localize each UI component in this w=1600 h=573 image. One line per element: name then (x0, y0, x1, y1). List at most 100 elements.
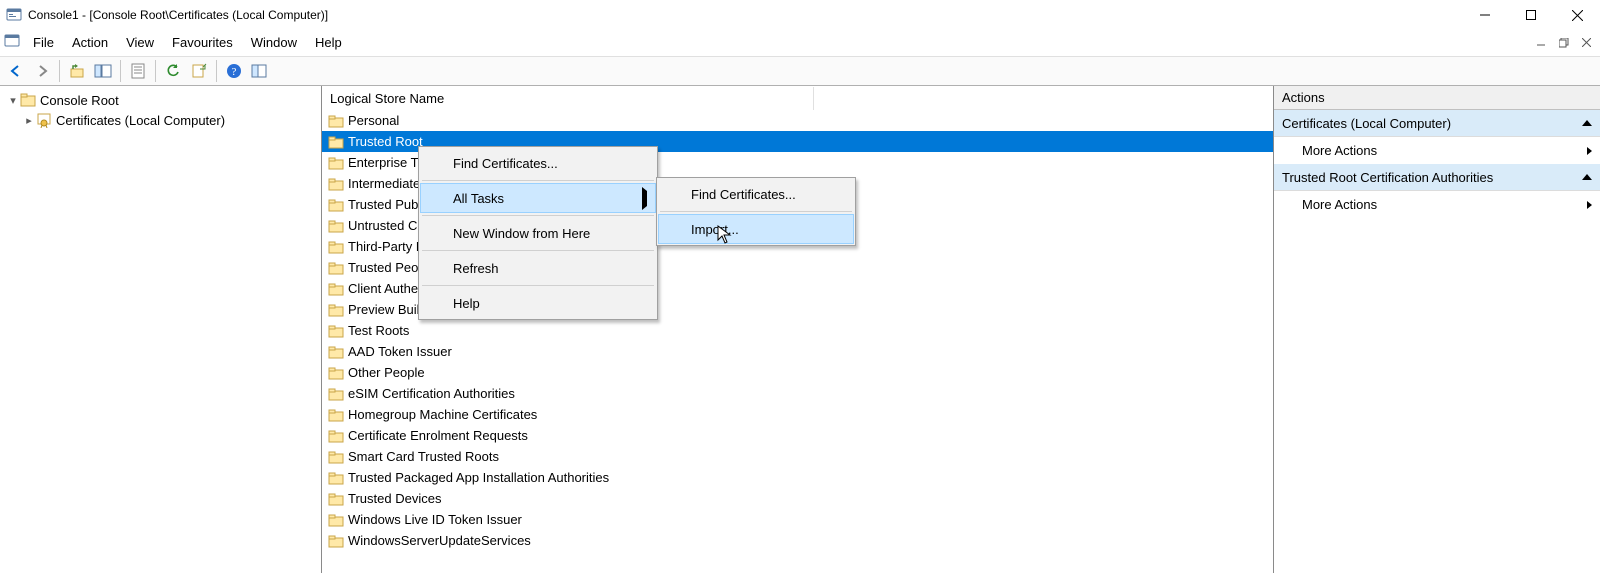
list-row[interactable]: Test Roots (322, 320, 1273, 341)
menu-favourites[interactable]: Favourites (163, 30, 242, 55)
menu-item-label: Find Certificates... (453, 156, 558, 171)
find-certificates-toolbar-button[interactable] (248, 59, 272, 83)
back-button[interactable] (4, 59, 28, 83)
folder-icon (328, 470, 344, 486)
list-row-label: Trusted Devices (348, 491, 441, 506)
menu-separator (422, 180, 654, 181)
menu-separator (422, 215, 654, 216)
menu-file[interactable]: File (24, 30, 63, 55)
maximize-button[interactable] (1508, 0, 1554, 30)
list-row[interactable]: Certificate Enrolment Requests (322, 425, 1273, 446)
list-row-label: Homegroup Machine Certificates (348, 407, 537, 422)
actions-section-trusted-root[interactable]: Trusted Root Certification Authorities (1274, 164, 1600, 191)
submenu-item-import[interactable]: Import... (659, 215, 853, 243)
list-row[interactable]: eSIM Certification Authorities (322, 383, 1273, 404)
chevron-right-icon (1587, 201, 1592, 209)
menu-item-label: Help (453, 296, 480, 311)
column-header-name[interactable]: Logical Store Name (322, 87, 814, 110)
folder-icon (328, 407, 344, 423)
submenu-item-find-certificates[interactable]: Find Certificates... (659, 180, 853, 208)
refresh-button[interactable] (161, 59, 185, 83)
list-row-label: Windows Live ID Token Issuer (348, 512, 522, 527)
list-row[interactable]: AAD Token Issuer (322, 341, 1273, 362)
menu-item-find-certificates[interactable]: Find Certificates... (421, 149, 655, 177)
folder-icon (328, 134, 344, 150)
expand-icon[interactable]: ▸ (22, 114, 36, 127)
mdi-close-button[interactable] (1578, 36, 1594, 50)
menu-window[interactable]: Window (242, 30, 306, 55)
tree-node-certificates[interactable]: ▸ Certificates (Local Computer) (4, 110, 317, 130)
list-row[interactable]: Personal (322, 110, 1273, 131)
collapse-icon[interactable]: ▾ (6, 94, 20, 107)
actions-pane-title: Actions (1274, 86, 1600, 110)
menu-item-label: Refresh (453, 261, 499, 276)
window-title: Console1 - [Console Root\Certificates (L… (28, 8, 1462, 22)
menu-help[interactable]: Help (306, 30, 351, 55)
folder-icon (328, 386, 344, 402)
submenu-arrow-icon (642, 191, 647, 206)
folder-icon (328, 281, 344, 297)
context-menu: Find Certificates... All Tasks New Windo… (418, 146, 658, 320)
menubar: File Action View Favourites Window Help (0, 30, 1600, 56)
list-row[interactable]: Trusted Packaged App Installation Author… (322, 467, 1273, 488)
menu-item-all-tasks[interactable]: All Tasks (421, 184, 655, 212)
tree-label: Certificates (Local Computer) (56, 113, 225, 128)
column-header-row: Logical Store Name (322, 86, 1273, 110)
list-row[interactable]: Smart Card Trusted Roots (322, 446, 1273, 467)
folder-icon (328, 260, 344, 276)
list-row-label: Personal (348, 113, 399, 128)
help-button[interactable]: ? (222, 59, 246, 83)
actions-pane: Actions Certificates (Local Computer) Mo… (1274, 86, 1600, 573)
list-row-label: Other People (348, 365, 425, 380)
minimize-button[interactable] (1462, 0, 1508, 30)
menu-item-new-window[interactable]: New Window from Here (421, 219, 655, 247)
list-row[interactable]: Trusted Devices (322, 488, 1273, 509)
show-hide-tree-button[interactable] (91, 59, 115, 83)
menu-item-refresh[interactable]: Refresh (421, 254, 655, 282)
list-row-label: WindowsServerUpdateServices (348, 533, 531, 548)
menu-view[interactable]: View (117, 30, 163, 55)
app-icon (6, 7, 22, 23)
list-row[interactable]: Other People (322, 362, 1273, 383)
folder-icon (328, 218, 344, 234)
menu-item-help[interactable]: Help (421, 289, 655, 317)
list-row-label: Trusted Packaged App Installation Author… (348, 470, 609, 485)
body: ▾ Console Root ▸ Certificates (Local Com… (0, 86, 1600, 573)
list-row-label: Smart Card Trusted Roots (348, 449, 499, 464)
context-submenu-all-tasks: Find Certificates... Import... (656, 177, 856, 246)
mdi-restore-button[interactable] (1556, 36, 1572, 50)
folder-icon (20, 92, 36, 108)
folder-icon (328, 197, 344, 213)
forward-button[interactable] (30, 59, 54, 83)
toolbar: ? (0, 56, 1600, 86)
mmc-window: Console1 - [Console Root\Certificates (L… (0, 0, 1600, 573)
properties-button[interactable] (126, 59, 150, 83)
list-row-label: AAD Token Issuer (348, 344, 452, 359)
list-row[interactable]: Homegroup Machine Certificates (322, 404, 1273, 425)
list-row[interactable]: Windows Live ID Token Issuer (322, 509, 1273, 530)
folder-icon (328, 113, 344, 129)
folder-icon (328, 491, 344, 507)
list-row[interactable]: WindowsServerUpdateServices (322, 530, 1273, 551)
tree-node-console-root[interactable]: ▾ Console Root (4, 90, 317, 110)
actions-section-certificates[interactable]: Certificates (Local Computer) (1274, 110, 1600, 137)
list-row-label: Test Roots (348, 323, 409, 338)
close-button[interactable] (1554, 0, 1600, 30)
menu-separator (422, 285, 654, 286)
list-row-label: eSIM Certification Authorities (348, 386, 515, 401)
actions-item-more-2[interactable]: More Actions (1274, 191, 1600, 218)
folder-icon (328, 365, 344, 381)
list-row-label: Certificate Enrolment Requests (348, 428, 528, 443)
mdi-minimize-button[interactable] (1534, 36, 1550, 50)
export-list-button[interactable] (187, 59, 211, 83)
actions-item-label: More Actions (1302, 197, 1377, 212)
up-button[interactable] (65, 59, 89, 83)
actions-item-label: More Actions (1302, 143, 1377, 158)
actions-item-more-1[interactable]: More Actions (1274, 137, 1600, 164)
folder-icon (328, 344, 344, 360)
collapse-caret-icon (1582, 120, 1592, 126)
actions-section-label: Trusted Root Certification Authorities (1282, 170, 1493, 185)
collapse-caret-icon (1582, 174, 1592, 180)
svg-text:?: ? (232, 66, 237, 78)
menu-action[interactable]: Action (63, 30, 117, 55)
